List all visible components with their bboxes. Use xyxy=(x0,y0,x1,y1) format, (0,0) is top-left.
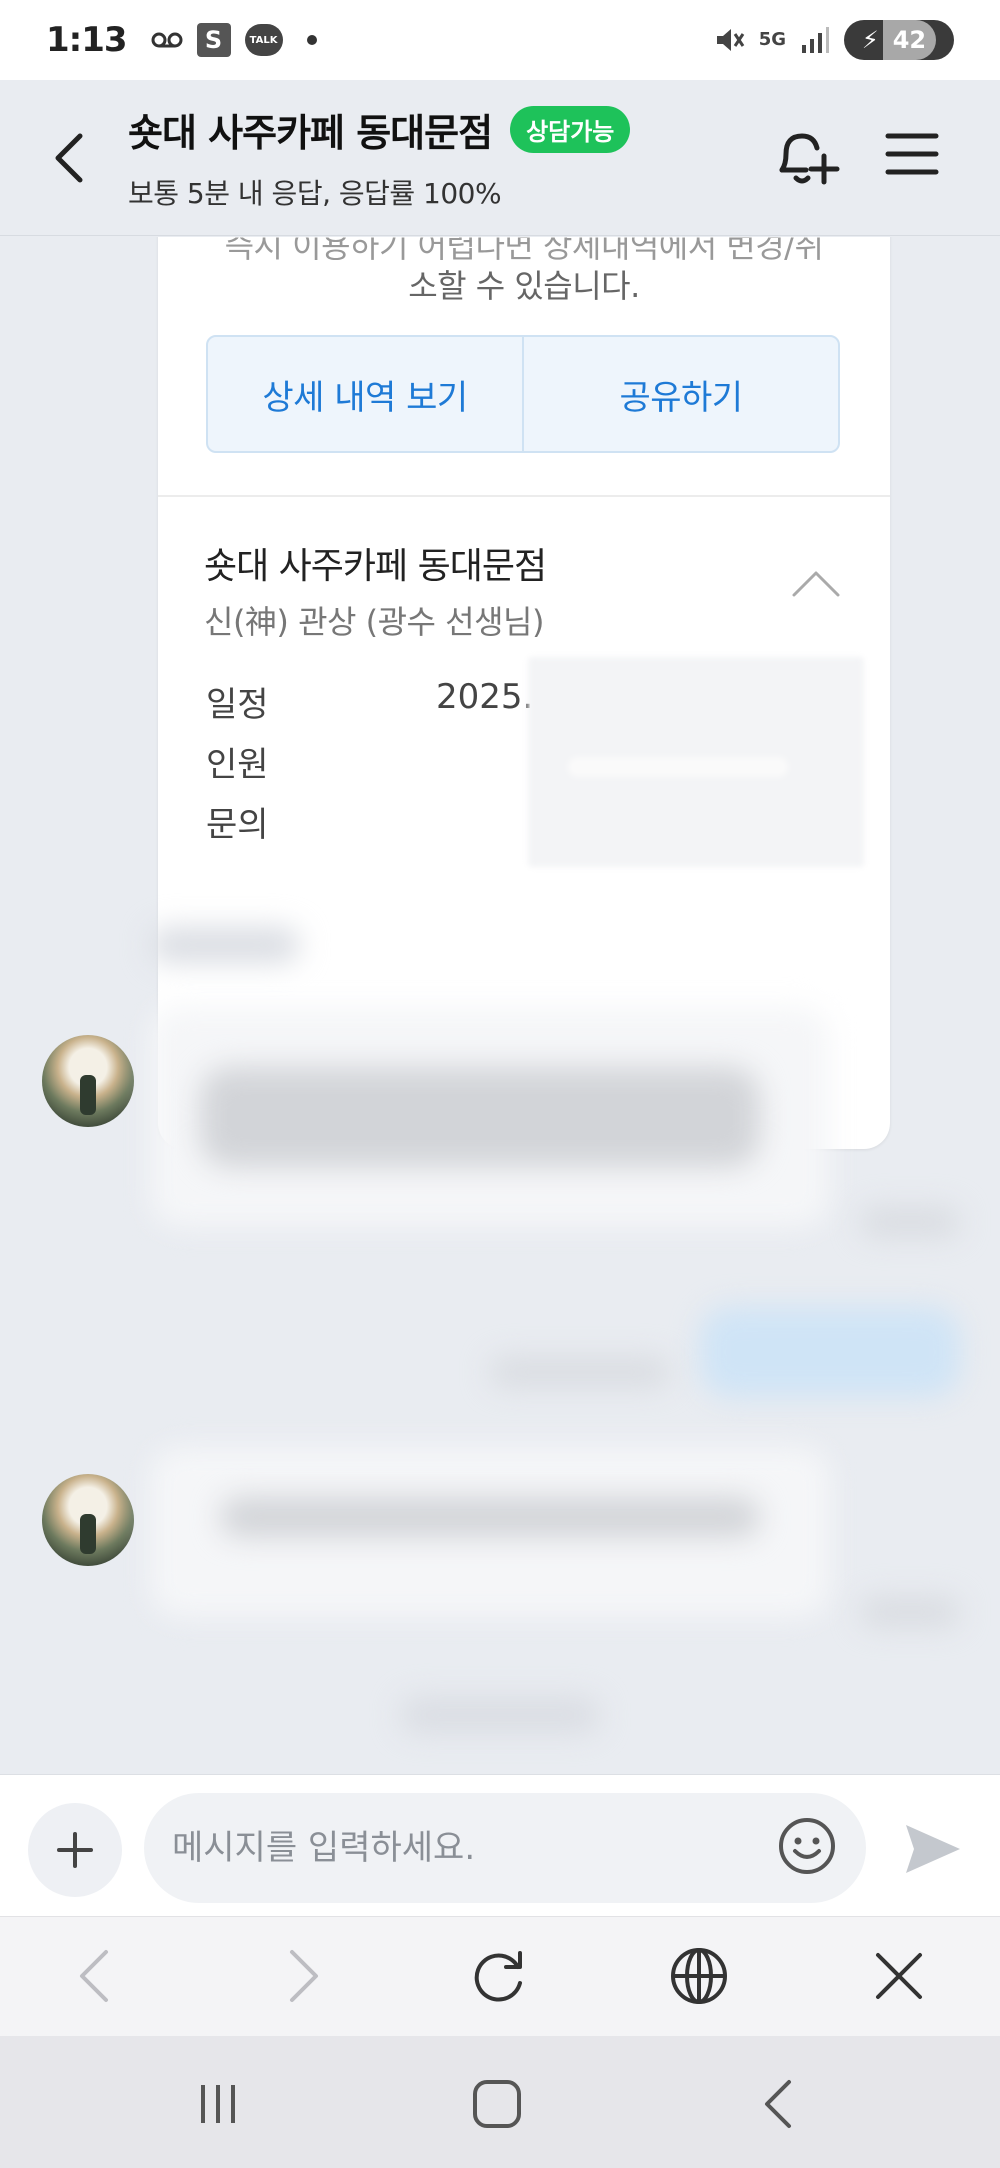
emoji-button[interactable] xyxy=(776,1815,838,1877)
card-actions: 상세 내역 보기 공유하기 xyxy=(206,335,840,453)
shop-name: 숏대 사주카페 동대문점 xyxy=(204,546,547,587)
chevron-left-icon xyxy=(55,133,83,183)
divider xyxy=(158,495,890,497)
browser-forward-button[interactable] xyxy=(270,1943,336,2009)
inquiry-label: 문의 xyxy=(206,805,269,845)
globe-icon xyxy=(671,1948,727,2004)
share-button[interactable]: 공유하기 xyxy=(522,337,838,451)
redacted-my-message xyxy=(700,1307,960,1397)
chevron-right-icon xyxy=(290,1950,318,2002)
chat-header: 숏대 사주카페 동대문점 상담가능 보통 5분 내 응답, 응답률 100% xyxy=(0,80,1000,236)
send-button[interactable] xyxy=(900,1817,964,1881)
collapse-button[interactable] xyxy=(788,563,844,603)
signal-icon xyxy=(800,25,830,55)
home-icon xyxy=(473,2080,521,2128)
refresh-button[interactable] xyxy=(466,1943,532,2009)
plus-icon xyxy=(57,1832,93,1868)
home-button[interactable] xyxy=(462,2072,532,2136)
people-label: 인원 xyxy=(206,745,269,785)
schedule-value: 2025. xyxy=(436,677,534,717)
hamburger-icon xyxy=(885,133,939,175)
close-button[interactable] xyxy=(866,1943,932,2009)
charging-icon: ⚡ xyxy=(861,26,879,54)
chat-area[interactable]: 즉시 이용하기 어렵다면 상세내역에서 변경/취 소할 수 있습니다. 상세 내… xyxy=(0,237,1000,1774)
bell-plus-icon xyxy=(779,133,840,185)
chevron-left-icon xyxy=(80,1950,108,2002)
kakaotalk-icon: TALK xyxy=(244,24,283,56)
menu-button[interactable] xyxy=(882,124,942,184)
smiley-icon xyxy=(779,1818,835,1874)
recent-apps-button[interactable] xyxy=(183,2072,253,2136)
page-title: 숏대 사주카페 동대문점 xyxy=(128,111,493,155)
redacted-timestamp xyxy=(150,927,300,963)
redacted-timestamp xyxy=(860,1207,960,1237)
status-bar: 1:13 S TALK 5G ⚡ 42 xyxy=(0,0,1000,80)
voicemail-icon xyxy=(151,30,183,50)
avatar[interactable] xyxy=(42,1474,134,1566)
send-icon xyxy=(906,1825,960,1873)
message-input[interactable] xyxy=(144,1793,866,1903)
chevron-up-icon xyxy=(792,571,840,597)
close-icon xyxy=(876,1953,922,1999)
browser-back-button[interactable] xyxy=(62,1943,128,2009)
notification-button[interactable] xyxy=(762,120,842,200)
refresh-icon xyxy=(474,1951,522,2002)
redacted-message-text xyxy=(220,1497,760,1537)
back-button[interactable] xyxy=(46,128,96,188)
battery-indicator: ⚡ 42 xyxy=(844,20,954,60)
s-app-icon: S xyxy=(196,23,231,57)
card-notice: 소할 수 있습니다. xyxy=(408,267,640,305)
avatar[interactable] xyxy=(42,1035,134,1127)
attach-button[interactable] xyxy=(28,1803,122,1897)
redacted-timestamp xyxy=(860,1597,960,1627)
view-details-button[interactable]: 상세 내역 보기 xyxy=(208,337,522,451)
browser-toolbar xyxy=(0,1916,1000,2036)
mute-icon xyxy=(713,24,745,56)
system-nav-bar xyxy=(0,2036,1000,2168)
service-name: 신(神) 관상 (광수 선생님) xyxy=(204,603,544,641)
redacted-notice xyxy=(400,1697,600,1733)
redacted-message-text xyxy=(200,1067,760,1167)
redacted-details xyxy=(528,657,864,867)
redacted-timestamp xyxy=(490,1357,670,1387)
language-button[interactable] xyxy=(666,1943,732,2009)
message-composer xyxy=(0,1774,1000,1916)
dot-icon xyxy=(306,35,317,45)
schedule-label: 일정 xyxy=(206,685,269,725)
status-time: 1:13 xyxy=(46,20,128,60)
response-info: 보통 5분 내 응답, 응답률 100% xyxy=(128,177,502,210)
system-back-button[interactable] xyxy=(744,2072,814,2136)
back-arrow-icon xyxy=(765,2080,791,2128)
status-badge: 상담가능 xyxy=(510,106,631,153)
5g-icon: 5G xyxy=(758,29,786,50)
battery-level: 42 xyxy=(882,20,937,60)
recents-icon xyxy=(201,2085,235,2123)
